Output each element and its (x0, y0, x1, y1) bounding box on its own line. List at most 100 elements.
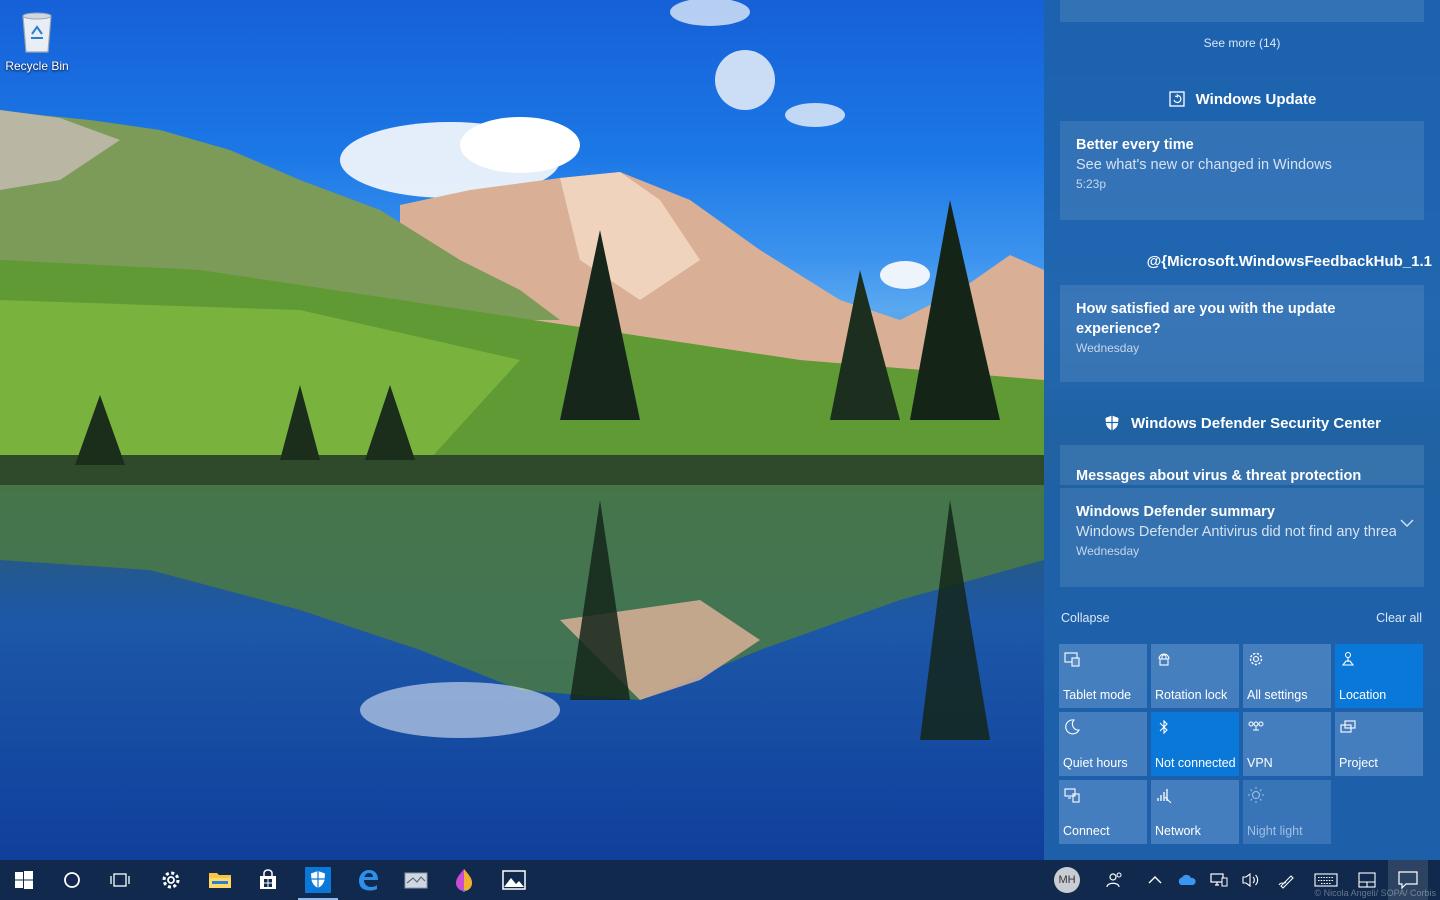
network-tray[interactable] (1206, 860, 1232, 900)
notification-card[interactable]: Messages about virus & threat protection (1060, 445, 1424, 485)
taskbar-file-explorer[interactable] (196, 860, 244, 900)
store-bag-icon (260, 869, 276, 889)
recycle-bin-label: Recycle Bin (5, 59, 69, 73)
quick-action-network[interactable]: Network (1151, 780, 1239, 844)
onedrive-cloud-icon (1178, 874, 1196, 885)
windows-logo-icon (15, 871, 33, 889)
people-button[interactable] (1100, 860, 1130, 900)
quick-action-connect[interactable]: Connect (1059, 780, 1147, 844)
taskbar-photos[interactable] (490, 860, 538, 900)
notification-bubble-icon (1398, 871, 1418, 889)
taskbar-edge[interactable] (344, 860, 392, 900)
group-title: Windows Update (1195, 90, 1317, 108)
previous-notification-card[interactable] (1060, 0, 1424, 22)
gear-icon (162, 871, 180, 889)
notification-body: Windows Defender Antivirus did not find … (1076, 524, 1396, 540)
user-account-button[interactable]: MH (1052, 860, 1082, 900)
notification-body: See what's new or changed in Windows (1076, 157, 1332, 173)
gear-icon (1249, 652, 1263, 666)
group-header-windows-defender[interactable]: Windows Defender Security Center (1044, 412, 1440, 434)
chevron-down-icon[interactable] (1400, 518, 1414, 528)
quick-action-tablet-mode[interactable]: Tablet mode (1059, 644, 1147, 708)
see-more-link[interactable]: See more (14) (1044, 36, 1440, 50)
rotation-lock-icon (1158, 653, 1170, 666)
speaker-icon (1242, 872, 1259, 888)
cortana-button[interactable] (48, 860, 96, 900)
folder-icon (209, 873, 231, 888)
quick-action-location[interactable]: Location (1335, 644, 1423, 708)
window-split-icon (1358, 872, 1376, 888)
taskbar-paint3d[interactable] (440, 860, 488, 900)
action-center-panel: See more (14) Windows Update Better ever… (1044, 0, 1440, 860)
notification-time: 5:23p (1076, 177, 1107, 191)
vpn-icon (1248, 721, 1264, 731)
clear-all-button[interactable]: Clear all (1376, 611, 1422, 625)
chevron-up-icon (1148, 876, 1162, 884)
quick-action-quiet-hours[interactable]: Quiet hours (1059, 712, 1147, 776)
volume-tray[interactable] (1238, 860, 1264, 900)
notification-title: How satisfied are you with the update ex… (1076, 301, 1336, 337)
quick-action-label: Not connected (1155, 756, 1236, 770)
start-button[interactable] (0, 860, 48, 900)
tablet-mode-icon (1064, 652, 1080, 667)
group-header-windows-update[interactable]: Windows Update (1044, 88, 1440, 110)
recycle-bin-icon (22, 12, 52, 53)
notification-title: Messages about virus & threat protection (1076, 468, 1362, 484)
night-light-icon (1248, 787, 1264, 803)
connect-icon (1064, 788, 1080, 803)
ethernet-icon (1210, 873, 1228, 887)
notification-time: Wednesday (1076, 544, 1140, 558)
group-title: @{Microsoft.WindowsFeedbackHub_1.1 (1146, 252, 1432, 270)
notification-card[interactable]: Better every time See what's new or chan… (1060, 121, 1424, 220)
taskbar-store[interactable] (244, 860, 292, 900)
paint-drop-icon (456, 869, 472, 892)
project-icon (1340, 720, 1356, 733)
notification-title: Better every time (1076, 137, 1194, 153)
quick-action-label: Night light (1247, 824, 1303, 838)
taskbar-defender[interactable] (294, 860, 342, 900)
quick-action-all-settings[interactable]: All settings (1243, 644, 1331, 708)
network-icon (1157, 789, 1172, 804)
quick-action-label: Rotation lock (1155, 688, 1228, 702)
people-icon (1106, 872, 1122, 888)
keyboard-icon (1314, 873, 1338, 887)
quick-action-night-light[interactable]: Night light (1243, 780, 1331, 844)
quick-action-label: Quiet hours (1063, 756, 1128, 770)
quick-action-label: Network (1155, 824, 1201, 838)
taskbar-settings-app[interactable] (147, 860, 195, 900)
quick-action-label: All settings (1247, 688, 1308, 702)
notification-card[interactable]: Windows Defender summary Windows Defende… (1060, 488, 1424, 587)
taskbar-app-generic[interactable] (392, 860, 440, 900)
wallpaper-credit: © Nicola Angeli/ SOPA/ Corbis (1314, 888, 1436, 898)
recycle-bin-shortcut[interactable]: Recycle Bin (4, 8, 70, 73)
show-hidden-icons-button[interactable] (1142, 860, 1168, 900)
notification-title: Windows Defender summary (1076, 504, 1275, 520)
photos-icon (502, 870, 526, 890)
quick-action-bluetooth[interactable]: Not connected (1151, 712, 1239, 776)
moon-icon (1065, 719, 1080, 735)
notification-time: Wednesday (1076, 341, 1140, 355)
shield-icon (1105, 415, 1119, 431)
edge-browser-icon (359, 870, 378, 891)
quick-action-project[interactable]: Project (1335, 712, 1423, 776)
notification-card[interactable]: How satisfied are you with the update ex… (1060, 285, 1424, 382)
shield-icon (305, 867, 331, 893)
cortana-circle-icon (64, 872, 80, 888)
bluetooth-icon (1159, 719, 1168, 735)
task-view-icon (110, 873, 130, 887)
quick-action-label: Tablet mode (1063, 688, 1132, 702)
quick-action-vpn[interactable]: VPN (1243, 712, 1331, 776)
quick-action-label: Location (1339, 688, 1387, 702)
quick-action-rotation-lock[interactable]: Rotation lock (1151, 644, 1239, 708)
quick-action-label: Project (1339, 756, 1378, 770)
task-view-button[interactable] (96, 860, 144, 900)
windows-update-icon (1168, 91, 1185, 107)
windows-ink-button[interactable] (1274, 860, 1300, 900)
group-title: Windows Defender Security Center (1131, 414, 1381, 432)
pen-icon (1278, 875, 1294, 889)
collapse-button[interactable]: Collapse (1061, 611, 1110, 625)
quick-action-label: Connect (1063, 824, 1110, 838)
group-header-feedback-hub[interactable]: @{Microsoft.WindowsFeedbackHub_1.1 (1060, 250, 1432, 272)
onedrive-tray[interactable] (1174, 860, 1200, 900)
quick-action-label: VPN (1247, 756, 1273, 770)
